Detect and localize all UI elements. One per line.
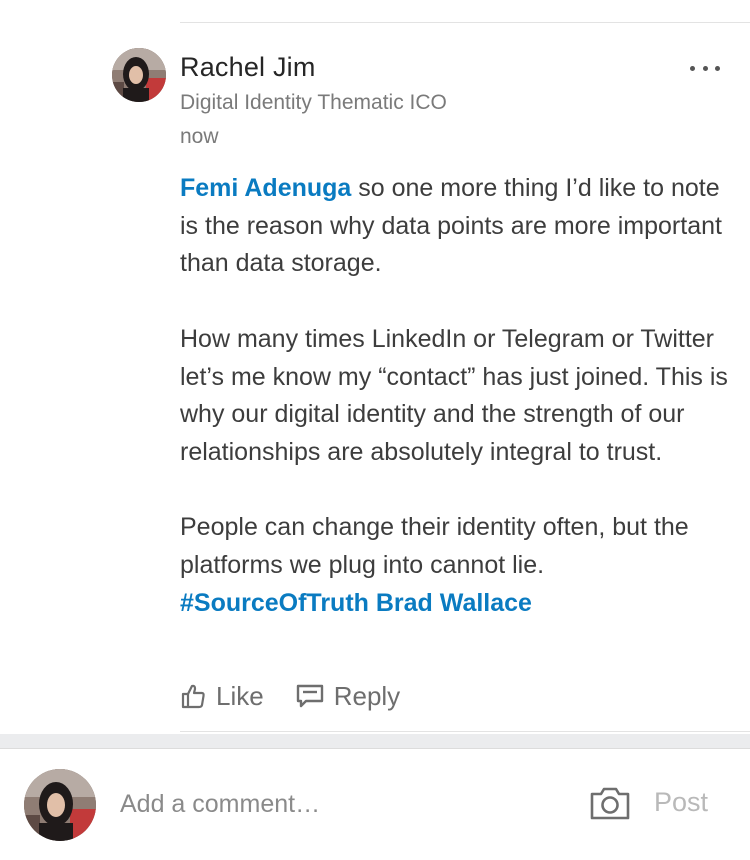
reply-bubble-icon xyxy=(296,684,323,708)
comment-paragraph-3: People can change their identity often, … xyxy=(180,509,735,622)
top-divider xyxy=(180,22,750,23)
author-avatar[interactable] xyxy=(112,48,166,102)
mention-link[interactable]: Brad Wallace xyxy=(376,589,532,617)
more-horizontal-icon-dot xyxy=(702,65,708,71)
like-label: Like xyxy=(216,680,264,711)
comment-composer: Post xyxy=(0,748,750,860)
camera-button[interactable] xyxy=(588,785,632,821)
reply-button[interactable]: Reply xyxy=(296,681,400,712)
section-separator xyxy=(0,734,750,748)
current-user-avatar xyxy=(24,769,96,841)
comment-actions: Like Reply xyxy=(180,678,400,714)
more-horizontal-icon xyxy=(690,65,695,71)
more-horizontal-icon-dot xyxy=(715,65,720,71)
like-button[interactable]: Like xyxy=(180,681,264,712)
thumbs-up-icon xyxy=(181,684,205,709)
mention-link[interactable]: Femi Adenuga xyxy=(180,174,351,202)
author-name[interactable]: Rachel Jim xyxy=(180,52,316,83)
avatar-photo xyxy=(112,48,166,102)
comment-body: Femi Adenuga so one more thing I’d like … xyxy=(180,170,735,622)
comment-paragraph-1: Femi Adenuga so one more thing I’d like … xyxy=(180,170,735,283)
avatar-photo xyxy=(24,769,96,841)
hashtag-link[interactable]: #SourceOfTruth xyxy=(180,589,369,617)
comment-timestamp: now xyxy=(180,125,219,148)
comment-paragraph-2: How many times LinkedIn or Telegram or T… xyxy=(180,324,728,466)
actions-divider xyxy=(180,731,750,732)
previous-content-fragment: ˙ ˙ xyxy=(340,0,420,2)
post-button[interactable]: Post xyxy=(654,787,708,818)
camera-icon xyxy=(590,787,630,820)
author-headline: Digital Identity Thematic ICO xyxy=(180,91,447,114)
more-options-button[interactable] xyxy=(690,60,720,76)
reply-label: Reply xyxy=(333,680,401,711)
paragraph-text: People can change their identity often, … xyxy=(180,513,689,579)
comment-input[interactable] xyxy=(120,787,560,821)
comment-thread-page: ˙ ˙ Rachel Jim Digital Identity Thematic… xyxy=(0,0,750,860)
